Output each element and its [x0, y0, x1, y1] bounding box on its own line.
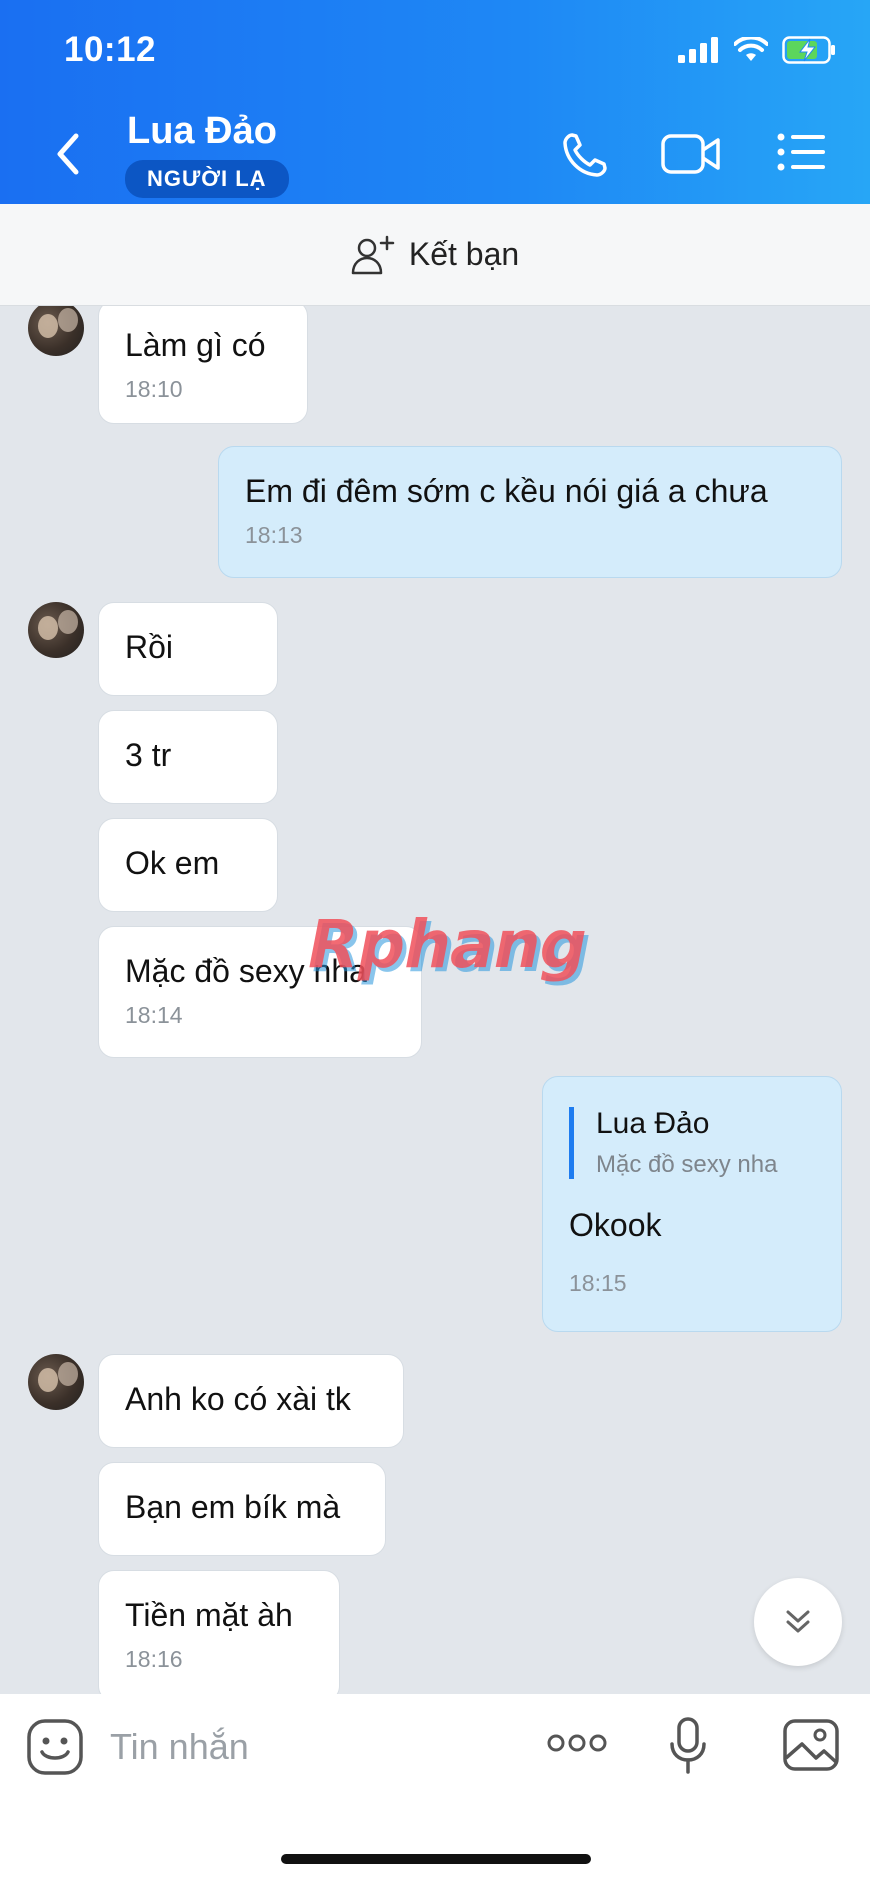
reply-bubble-mine[interactable]: Lua Đảo Mặc đồ sexy nha Okook 18:15 [542, 1076, 842, 1332]
back-chevron-icon[interactable] [46, 124, 90, 184]
message-text: 3 tr [125, 737, 172, 773]
message-text: Em đi đêm sớm c kều nói giá a chưa [245, 473, 768, 509]
wifi-icon [734, 37, 768, 61]
signal-icon [678, 37, 718, 63]
watermark-logo: Rphang [308, 906, 587, 983]
message-bubble[interactable]: Rồi [98, 602, 278, 696]
message-text: Ok em [125, 845, 220, 881]
scroll-to-bottom-button[interactable] [754, 1578, 842, 1666]
message-time: 18:15 [569, 1270, 627, 1296]
quoted-text: Mặc đồ sexy nha [596, 1151, 778, 1178]
message-text: Rồi [125, 629, 174, 665]
home-indicator [281, 1854, 591, 1864]
message-input[interactable] [110, 1722, 510, 1772]
message-text: Bạn em bík mà [125, 1489, 341, 1525]
message-text: Làm gì có [125, 327, 266, 363]
video-call-icon[interactable] [660, 130, 722, 178]
message-bubble[interactable]: Làm gì có 18:10 [98, 306, 308, 424]
quoted-message[interactable]: Lua Đảo Mặc đồ sexy nha [569, 1107, 815, 1179]
message-bubble[interactable]: Tiền mặt àh 18:16 [98, 1570, 340, 1694]
status-icons [678, 36, 836, 64]
battery-charging-icon [782, 36, 835, 64]
message-time: 18:14 [125, 1002, 183, 1028]
message-bubble[interactable]: Bạn em bík mà [98, 1462, 386, 1556]
message-time: 18:10 [125, 376, 183, 402]
image-gallery-icon[interactable] [782, 1718, 840, 1772]
sticker-icon[interactable] [26, 1718, 84, 1776]
avatar[interactable] [28, 306, 84, 356]
microphone-icon[interactable] [668, 1716, 708, 1776]
message-bubble[interactable]: 3 tr [98, 710, 278, 804]
add-friend-label: Kết bạn [408, 236, 520, 272]
menu-list-icon[interactable] [776, 132, 826, 172]
contact-name[interactable]: Lua Đảo [127, 110, 277, 153]
message-text: Okook [569, 1207, 662, 1243]
chat-header: 10:12 Lua Đảo NGƯỜI LẠ [0, 0, 870, 204]
avatar[interactable] [28, 602, 84, 658]
message-text: Tiền mặt àh [125, 1597, 293, 1633]
add-user-icon [351, 235, 395, 274]
composer-bar [0, 1694, 870, 1884]
stranger-badge: NGƯỜI LẠ [125, 160, 289, 198]
message-bubble[interactable]: Anh ko có xài tk [98, 1354, 404, 1448]
quoted-sender: Lua Đảo [596, 1107, 710, 1140]
message-bubble[interactable]: Ok em [98, 818, 278, 912]
phone-call-icon[interactable] [560, 130, 610, 180]
message-bubble-mine[interactable]: Em đi đêm sớm c kều nói giá a chưa 18:13 [218, 446, 842, 578]
message-time: 18:13 [245, 522, 303, 548]
message-time: 18:16 [125, 1646, 183, 1672]
double-chevron-down-icon [786, 1610, 810, 1633]
message-list[interactable]: Làm gì có 18:10 Em đi đêm sớm c kều nói … [0, 306, 870, 1694]
more-options-icon[interactable] [546, 1730, 608, 1756]
add-friend-button[interactable]: Kết bạn [0, 204, 870, 306]
message-text: Anh ko có xài tk [125, 1381, 351, 1417]
status-time: 10:12 [64, 30, 157, 69]
avatar[interactable] [28, 1354, 84, 1410]
